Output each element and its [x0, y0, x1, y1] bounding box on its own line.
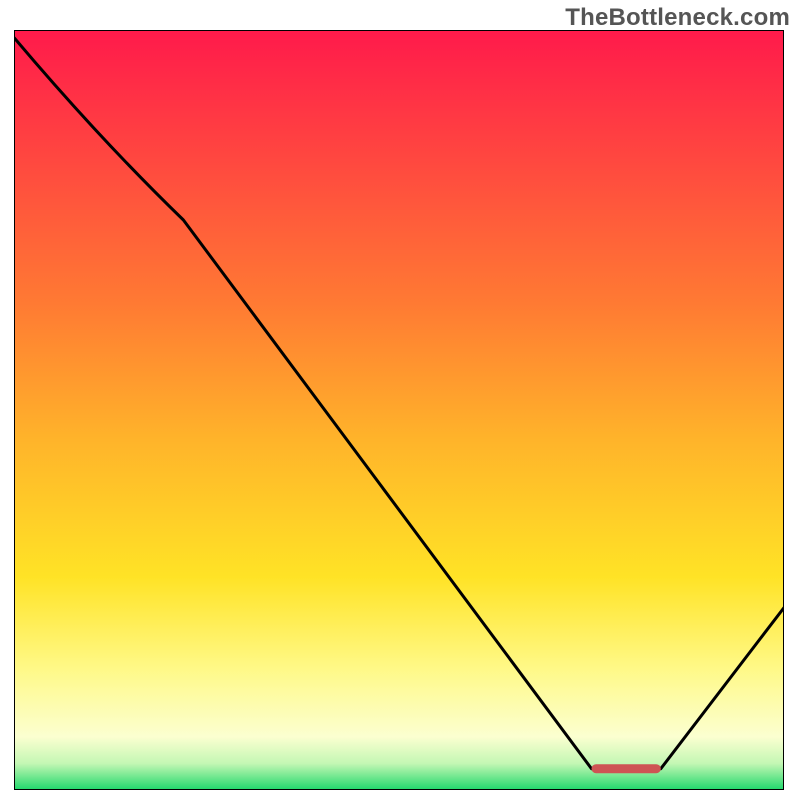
- chart-svg: [14, 30, 784, 790]
- optimal-marker: [592, 764, 661, 773]
- plot-area: [14, 30, 784, 790]
- chart-canvas: TheBottleneck.com: [0, 0, 800, 800]
- watermark-text: TheBottleneck.com: [565, 4, 790, 32]
- gradient-fill: [14, 30, 784, 790]
